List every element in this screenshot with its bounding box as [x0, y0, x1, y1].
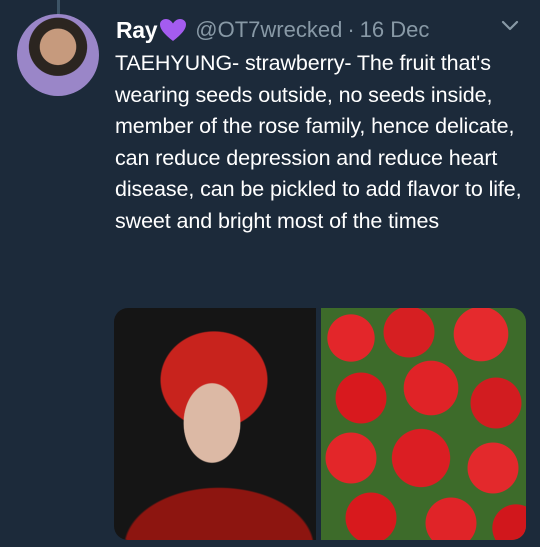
- avatar[interactable]: [17, 14, 99, 96]
- person-photo[interactable]: [114, 308, 316, 540]
- purple-heart-icon: [160, 19, 187, 41]
- author-name[interactable]: Ray: [116, 17, 158, 44]
- tweet-header: Ray @OT7wrecked · 16 Dec: [116, 14, 520, 46]
- strawberries-photo[interactable]: [321, 308, 526, 540]
- tweet-media[interactable]: [114, 308, 526, 540]
- tweet-text: TAEHYUNG- strawberry- The fruit that's w…: [115, 51, 522, 233]
- author-handle[interactable]: @OT7wrecked: [195, 17, 342, 43]
- tweet-date[interactable]: 16 Dec: [360, 17, 430, 43]
- separator-dot: ·: [347, 17, 355, 42]
- chevron-down-icon[interactable]: [500, 18, 520, 34]
